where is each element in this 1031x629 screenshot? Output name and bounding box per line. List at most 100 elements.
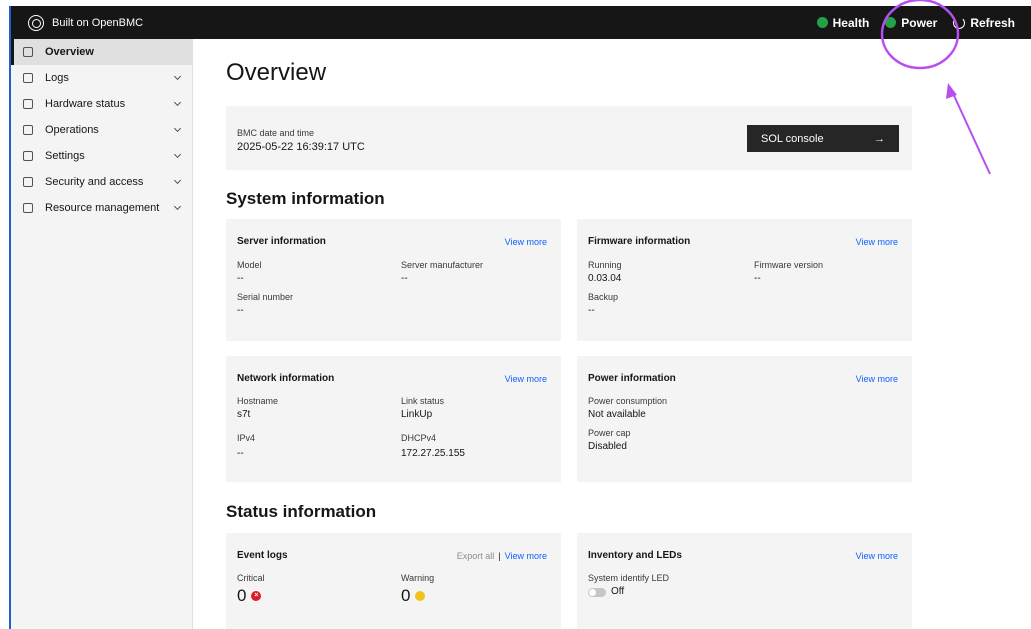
- top-actions: Health Power Refresh: [816, 6, 1015, 39]
- identify-led-value: Off: [611, 586, 625, 597]
- sidebar-item-label: Overview: [45, 46, 94, 58]
- operations-icon: [23, 125, 33, 135]
- dhcpv4-value: 172.27.25.155: [401, 448, 465, 459]
- refresh-label: Refresh: [970, 15, 1015, 30]
- sidebar-item-label: Logs: [45, 72, 69, 84]
- app-window: Built on OpenBMC Health Power Refresh Ov…: [0, 0, 1031, 629]
- sidebar-item-logs[interactable]: Logs: [11, 65, 192, 91]
- sidebar-item-settings[interactable]: Settings: [11, 143, 192, 169]
- dashboard-icon: [23, 47, 33, 57]
- view-more-link[interactable]: View more: [856, 551, 898, 561]
- view-more-link[interactable]: View more: [856, 237, 898, 247]
- chevron-down-icon: [173, 202, 182, 211]
- serial-number-value: --: [237, 305, 244, 316]
- sidebar-item-resource-management[interactable]: Resource management: [11, 195, 192, 221]
- export-all-link[interactable]: Export all: [457, 551, 495, 561]
- logs-icon: [23, 73, 33, 83]
- openbmc-logo-icon: [28, 14, 44, 31]
- refresh-button[interactable]: Refresh: [953, 16, 1015, 30]
- critical-count: 0 ×: [237, 586, 262, 606]
- server-information-card: Server information View more Model -- Se…: [226, 219, 561, 341]
- system-information-title: System information: [226, 189, 385, 208]
- refresh-icon: [953, 16, 966, 29]
- power-label: Power: [901, 15, 938, 30]
- link-status-value: LinkUp: [401, 409, 433, 420]
- event-logs-links: Export all | View more: [457, 551, 547, 561]
- power-information-card: Power information View more Power consum…: [577, 356, 912, 482]
- arrow-right-icon: →: [874, 132, 885, 145]
- backup-label: Backup: [588, 292, 619, 302]
- card-title: Server information: [237, 236, 326, 247]
- page-title: Overview: [226, 59, 327, 86]
- sidebar: Overview Logs Hardware status Operations…: [11, 39, 193, 629]
- resource-icon: [23, 203, 33, 213]
- sol-console-button[interactable]: SOL console →: [747, 125, 899, 152]
- card-title: Network information: [237, 373, 335, 384]
- sidebar-item-label: Settings: [45, 150, 85, 162]
- view-more-link[interactable]: View more: [505, 374, 547, 384]
- chevron-down-icon: [173, 98, 182, 107]
- manufacturer-value: --: [401, 273, 408, 284]
- card-title: Power information: [588, 373, 676, 384]
- view-more-link[interactable]: View more: [856, 374, 898, 384]
- model-value: --: [237, 273, 244, 284]
- chevron-down-icon: [173, 150, 182, 159]
- warning-count-value: 0: [401, 586, 411, 605]
- running-label: Running: [588, 260, 622, 270]
- manufacturer-label: Server manufacturer: [401, 260, 484, 270]
- running-value: 0.03.04: [588, 273, 622, 284]
- security-icon: [23, 177, 33, 187]
- health-ok-icon: [816, 17, 828, 28]
- firmware-version-label: Firmware version: [754, 260, 824, 270]
- power-button[interactable]: Power: [885, 16, 937, 30]
- identify-led-toggle[interactable]: [588, 588, 606, 597]
- event-logs-card: Event logs Export all | View more Critical…: [226, 533, 561, 629]
- top-bar: Built on OpenBMC Health Power Refresh: [11, 6, 1031, 39]
- firmware-information-card: Firmware information View more Running 0…: [577, 219, 912, 341]
- hostname-value: s7t: [237, 409, 251, 420]
- settings-icon: [23, 151, 33, 161]
- backup-value: --: [588, 305, 595, 316]
- power-consumption-label: Power consumption: [588, 396, 668, 406]
- chevron-down-icon: [173, 176, 182, 185]
- sidebar-item-label: Operations: [45, 124, 99, 136]
- sidebar-item-security[interactable]: Security and access: [11, 169, 192, 195]
- bmc-time-value: 2025-05-22 16:39:17 UTC: [237, 141, 365, 153]
- ipv4-value: --: [237, 448, 244, 459]
- status-information-title: Status information: [226, 502, 377, 521]
- chevron-down-icon: [173, 124, 182, 133]
- critical-label: Critical: [237, 573, 265, 583]
- bmc-time-panel: BMC date and time 2025-05-22 16:39:17 UT…: [226, 106, 912, 170]
- ipv4-label: IPv4: [237, 433, 256, 443]
- firmware-version-value: --: [754, 273, 761, 284]
- sidebar-item-label: Security and access: [45, 176, 144, 188]
- warning-icon: [415, 591, 426, 601]
- sol-console-label: SOL console: [761, 132, 824, 145]
- card-title: Event logs: [237, 550, 288, 561]
- hardware-icon: [23, 99, 33, 109]
- view-more-link[interactable]: View more: [505, 237, 547, 247]
- main-content: Overview BMC date and time 2025-05-22 16…: [226, 39, 1016, 629]
- warning-count: 0: [401, 586, 426, 606]
- sidebar-item-hardware-status[interactable]: Hardware status: [11, 91, 192, 117]
- health-label: Health: [832, 15, 870, 30]
- network-information-card: Network information View more Hostname s…: [226, 356, 561, 482]
- identify-led-label: System identify LED: [588, 573, 670, 583]
- health-button[interactable]: Health: [816, 15, 870, 30]
- model-label: Model: [237, 260, 262, 270]
- chevron-down-icon: [173, 72, 182, 81]
- sidebar-item-label: Resource management: [45, 202, 160, 214]
- dhcpv4-label: DHCPv4: [401, 433, 437, 443]
- critical-error-icon: ×: [251, 591, 262, 601]
- warning-label: Warning: [401, 573, 435, 583]
- view-more-link[interactable]: View more: [505, 551, 547, 561]
- power-consumption-value: Not available: [588, 409, 646, 420]
- card-title: Firmware information: [588, 236, 691, 247]
- card-title: Inventory and LEDs: [588, 550, 682, 561]
- sidebar-item-operations[interactable]: Operations: [11, 117, 192, 143]
- power-cap-value: Disabled: [588, 441, 627, 452]
- bmc-time-label: BMC date and time: [237, 128, 315, 138]
- power-cap-label: Power cap: [588, 428, 631, 438]
- brand-label: Built on OpenBMC: [52, 16, 144, 29]
- sidebar-item-overview[interactable]: Overview: [11, 39, 192, 65]
